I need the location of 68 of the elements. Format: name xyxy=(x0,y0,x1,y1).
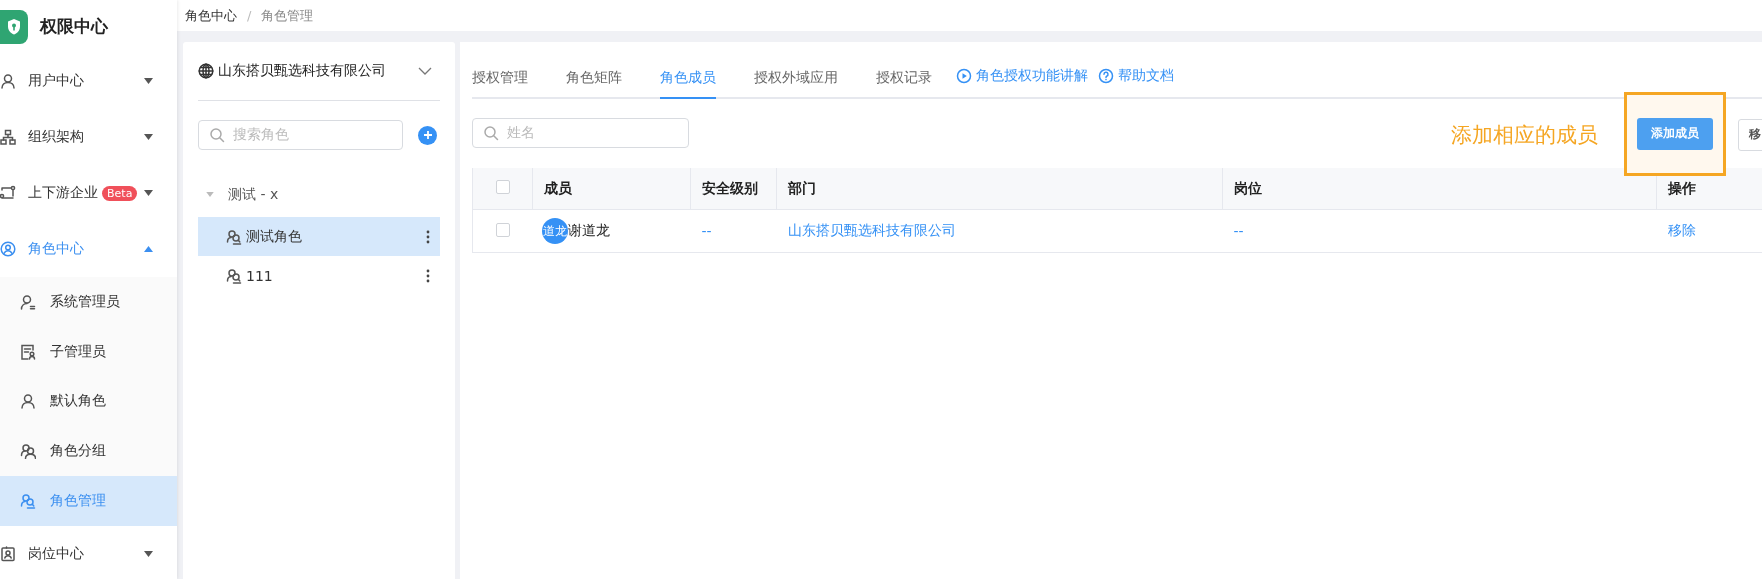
column-header: 岗位 xyxy=(1234,179,1262,196)
chevron-down-icon[interactable] xyxy=(418,67,432,75)
search-icon xyxy=(483,124,499,141)
user-icon xyxy=(20,393,36,410)
users-icon xyxy=(20,443,36,460)
search-icon xyxy=(209,127,225,143)
column-header: 操作 xyxy=(1668,179,1696,196)
sidebar-item[interactable]: 上下游企业 Beta xyxy=(0,165,177,221)
caret-icon xyxy=(144,190,153,196)
department-link[interactable]: 山东搭贝甄选科技有限公司 xyxy=(787,222,956,238)
breadcrumb-current: 角色管理 xyxy=(261,6,314,25)
submenu-item[interactable]: 默认角色 xyxy=(0,376,177,427)
role-item[interactable]: 111 xyxy=(198,256,440,295)
tab[interactable]: 角色成员 xyxy=(660,69,716,99)
tab[interactable]: 授权外域应用 xyxy=(754,69,838,99)
user-document-icon xyxy=(20,343,36,360)
column-header: 成员 xyxy=(544,179,572,196)
role-icon xyxy=(226,267,242,284)
avatar: 道龙 xyxy=(541,218,568,244)
play-icon xyxy=(956,68,972,84)
checkbox[interactable] xyxy=(495,222,510,237)
caret-icon xyxy=(144,134,153,140)
remove-link[interactable]: 移除 xyxy=(1667,222,1696,238)
submenu-item[interactable]: 系统管理员 xyxy=(0,277,177,327)
flow-icon xyxy=(0,185,16,201)
caret-icon xyxy=(144,246,153,252)
breadcrumb-separator: / xyxy=(247,8,252,23)
role-group[interactable]: 测试 - x xyxy=(198,172,440,217)
help-link[interactable]: 角色授权功能讲解 xyxy=(956,67,1088,97)
remove-button[interactable]: 移 xyxy=(1738,118,1762,151)
tab[interactable]: 授权记录 xyxy=(876,69,932,99)
sidebar-item[interactable]: 用户中心 xyxy=(0,53,177,109)
more-icon[interactable] xyxy=(426,268,430,283)
org-chart-icon xyxy=(0,129,16,145)
column-header: 安全级别 xyxy=(702,179,758,196)
company-name: 山东搭贝甄选科技有限公司 xyxy=(218,62,386,80)
checkbox[interactable] xyxy=(495,180,510,194)
member-name: 谢道龙 xyxy=(567,222,610,240)
beta-badge: Beta xyxy=(102,185,138,201)
search-placeholder: 搜索角色 xyxy=(233,126,289,144)
help-icon xyxy=(1098,68,1114,84)
help-link[interactable]: 帮助文档 xyxy=(1098,67,1174,97)
submenu-item[interactable]: 子管理员 xyxy=(0,326,177,377)
sidebar-item[interactable]: 岗位中心 xyxy=(0,526,177,579)
user-circle-icon xyxy=(0,241,16,257)
sidebar-item[interactable]: 组织架构 xyxy=(0,109,177,165)
add-icon[interactable] xyxy=(418,125,437,145)
sidebar-item[interactable]: 角色中心 xyxy=(0,221,177,277)
role-icon xyxy=(226,228,242,245)
caret-icon xyxy=(144,78,153,84)
id-badge-icon xyxy=(0,546,16,562)
role-icon xyxy=(20,493,36,510)
column-header: 部门 xyxy=(788,179,816,196)
more-icon[interactable] xyxy=(426,229,430,244)
submenu-item[interactable]: 角色分组 xyxy=(0,426,177,477)
tab[interactable]: 角色矩阵 xyxy=(566,69,622,99)
search-placeholder: 姓名 xyxy=(507,123,535,142)
table-cell: -- xyxy=(701,223,712,239)
breadcrumb-link[interactable]: 角色中心 xyxy=(185,6,237,25)
globe-icon xyxy=(198,63,214,79)
caret-icon xyxy=(144,551,153,557)
annotation-text: 添加相应的成员 xyxy=(1451,121,1598,149)
tab[interactable]: 授权管理 xyxy=(472,69,528,99)
table-cell: -- xyxy=(1233,223,1244,239)
role-item[interactable]: 测试角色 xyxy=(198,217,440,256)
app-title: 权限中心 xyxy=(40,15,108,38)
user-icon xyxy=(0,73,16,89)
user-list-icon xyxy=(20,293,36,310)
